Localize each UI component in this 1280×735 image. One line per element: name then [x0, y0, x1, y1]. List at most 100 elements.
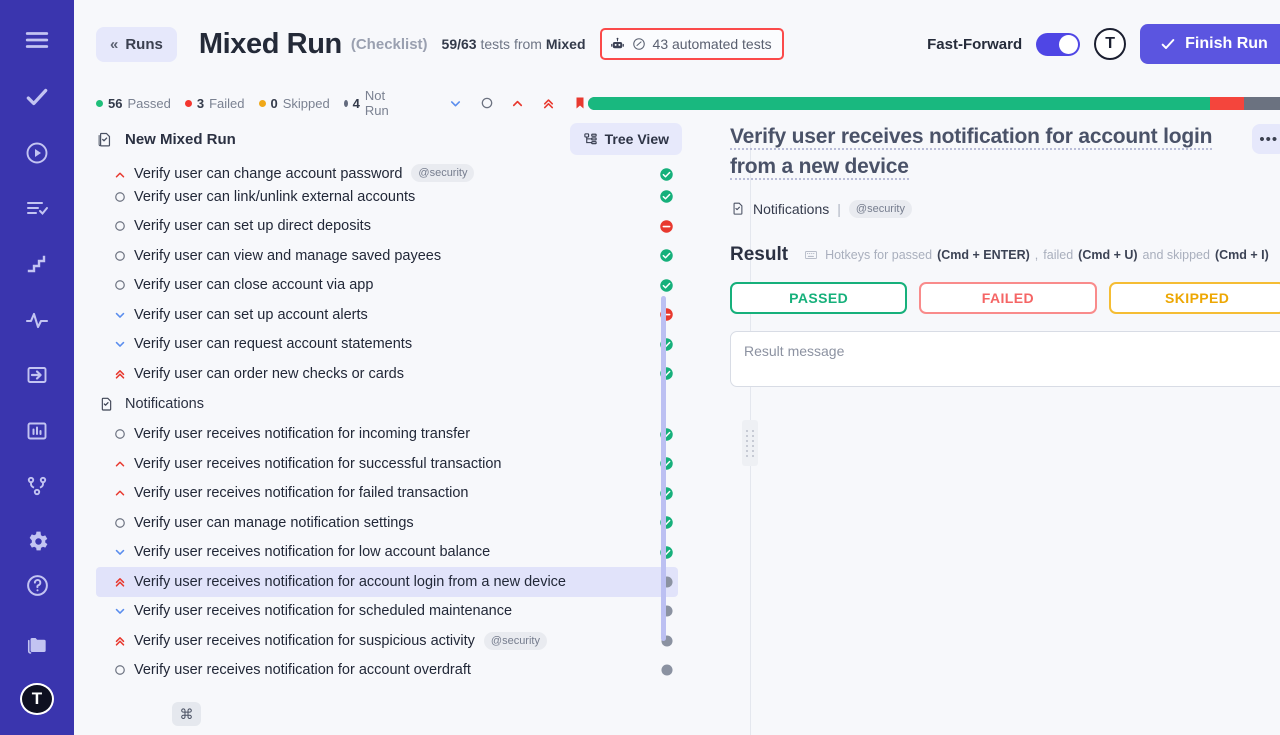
test-row[interactable]: Verify user receives notification for lo… [96, 538, 678, 568]
hotkey-skipped-key: (Cmd + I) [1215, 248, 1269, 262]
list-check-icon[interactable] [14, 187, 60, 231]
test-row[interactable]: Verify user receives notification for su… [96, 626, 678, 656]
priority-medium-icon[interactable] [106, 664, 134, 676]
priority-medium-icon[interactable] [106, 191, 134, 203]
test-row[interactable]: Verify user can request account statemen… [96, 330, 678, 360]
test-list-panel: New Mixed Run Tree View Verify user can … [96, 118, 692, 722]
progress-segment-passed [588, 97, 1210, 110]
priority-medium-icon[interactable] [106, 250, 134, 262]
test-row[interactable]: Verify user receives notification for sc… [96, 597, 678, 627]
status-failed-icon[interactable] [659, 219, 678, 234]
status-notrun-icon[interactable] [660, 663, 678, 677]
detail-title[interactable]: Verify user receives notification for ac… [730, 125, 1212, 180]
priority-medium-icon[interactable] [106, 279, 134, 291]
test-row-selected[interactable]: Verify user receives notification for ac… [96, 567, 678, 597]
status-passed-icon[interactable] [659, 167, 678, 182]
priority-low-icon[interactable] [448, 95, 464, 111]
test-row[interactable]: Verify user can manage notification sett… [96, 508, 678, 538]
main-area: « Runs Mixed Run (Checklist) 59/63 tests… [74, 0, 1280, 735]
test-row[interactable]: Verify user receives notification for fa… [96, 479, 678, 509]
activity-icon[interactable] [14, 298, 60, 342]
result-row: Result Hotkeys for passed (Cmd + ENTER) … [730, 244, 1280, 266]
priority-critical-icon[interactable] [106, 634, 134, 648]
status-passed-icon[interactable] [659, 189, 678, 204]
test-row-label: Verify user receives notification for sc… [134, 603, 512, 619]
legend-notrun[interactable]: 4 Not Run [344, 88, 392, 118]
cmd-key-badge[interactable]: ⌘ [172, 702, 201, 726]
breadcrumb-tag[interactable]: @security [849, 200, 912, 218]
test-list[interactable]: Verify user can change account password@… [96, 160, 692, 700]
status-passed-icon[interactable] [659, 278, 678, 293]
priority-blocker-icon[interactable] [572, 95, 588, 111]
priority-medium-icon[interactable] [106, 517, 134, 529]
breadcrumb-suite[interactable]: Notifications [753, 201, 829, 217]
test-row[interactable]: Verify user can change account password@… [96, 160, 678, 182]
priority-critical-icon[interactable] [106, 575, 134, 589]
priority-critical-icon[interactable] [541, 95, 557, 111]
priority-low-icon[interactable] [106, 337, 134, 351]
steps-icon[interactable] [14, 242, 60, 286]
hotkey-failed-key: (Cmd + U) [1078, 248, 1137, 262]
priority-medium-icon[interactable] [106, 428, 134, 440]
user-avatar-sidebar[interactable]: T [20, 683, 54, 715]
progress-bar-wrap [588, 97, 1280, 110]
test-row[interactable]: Verify user receives notification for in… [96, 420, 678, 450]
hotkey-failed-word: failed [1043, 248, 1073, 262]
chart-icon[interactable] [14, 409, 60, 453]
priority-medium-icon[interactable] [479, 95, 495, 111]
legend-count-failed: 3 [197, 96, 204, 111]
verdict-passed-button[interactable]: PASSED [730, 282, 907, 314]
test-row[interactable]: Verify user can close account via app [96, 271, 678, 301]
test-row-label: Verify user receives notification for ac… [134, 574, 566, 590]
priority-medium-icon[interactable] [106, 220, 134, 232]
test-row-tag[interactable]: @security [411, 164, 474, 182]
test-row[interactable]: Verify user can view and manage saved pa… [96, 241, 678, 271]
automated-tests-badge[interactable]: 43 automated tests [600, 28, 784, 60]
verdict-failed-button[interactable]: FAILED [919, 282, 1096, 314]
test-row-label: Verify user can manage notification sett… [134, 515, 414, 531]
priority-high-icon[interactable] [106, 486, 134, 500]
verdict-buttons: PASSED FAILED SKIPPED [730, 282, 1280, 314]
gear-icon[interactable] [14, 520, 60, 564]
suite-icon [730, 201, 745, 216]
user-avatar-header[interactable]: T [1094, 28, 1126, 60]
result-message-input[interactable] [730, 331, 1280, 387]
legend-dot-notrun [344, 100, 348, 107]
test-row[interactable]: Verify user can set up direct deposits [96, 212, 678, 242]
test-row[interactable]: Verify user can set up account alerts [96, 300, 678, 330]
tree-view-button[interactable]: Tree View [570, 123, 682, 155]
menu-icon[interactable] [14, 18, 60, 62]
verdict-skipped-button[interactable]: SKIPPED [1109, 282, 1280, 314]
priority-low-icon[interactable] [106, 604, 134, 618]
priority-critical-icon[interactable] [106, 367, 134, 381]
test-row[interactable]: Verify user can order new checks or card… [96, 359, 678, 389]
test-row[interactable]: Verify user receives notification for su… [96, 449, 678, 479]
priority-high-icon[interactable] [106, 457, 134, 471]
test-row[interactable]: Verify user can link/unlink external acc… [96, 182, 678, 212]
test-row-label: Verify user receives notification for su… [134, 456, 502, 472]
detail-more-button[interactable]: ••• [1252, 124, 1280, 154]
test-group-row[interactable]: Notifications [96, 389, 678, 420]
priority-high-icon[interactable] [106, 168, 134, 182]
test-row[interactable]: Verify user receives notification for ac… [96, 656, 678, 686]
test-row-label: Verify user receives notification for lo… [134, 544, 490, 560]
branch-icon[interactable] [14, 464, 60, 508]
help-icon[interactable] [14, 563, 60, 607]
back-to-runs-button[interactable]: « Runs [96, 27, 177, 62]
finish-run-button[interactable]: Finish Run [1140, 24, 1280, 64]
import-icon[interactable] [14, 353, 60, 397]
test-row-tag[interactable]: @security [484, 632, 547, 650]
priority-low-icon[interactable] [106, 308, 134, 322]
legend-passed[interactable]: 56 Passed [96, 96, 171, 111]
play-circle-icon[interactable] [14, 131, 60, 175]
status-passed-icon[interactable] [659, 248, 678, 263]
folder-icon[interactable] [14, 623, 60, 667]
legend-failed[interactable]: 3 Failed [185, 96, 245, 111]
test-group-label: Notifications [125, 396, 204, 412]
fast-forward-toggle[interactable] [1036, 33, 1080, 56]
list-scrollbar[interactable] [661, 296, 666, 641]
check-icon[interactable] [14, 76, 60, 120]
priority-low-icon[interactable] [106, 545, 134, 559]
legend-skipped[interactable]: 0 Skipped [259, 96, 330, 111]
priority-high-icon[interactable] [510, 95, 526, 111]
